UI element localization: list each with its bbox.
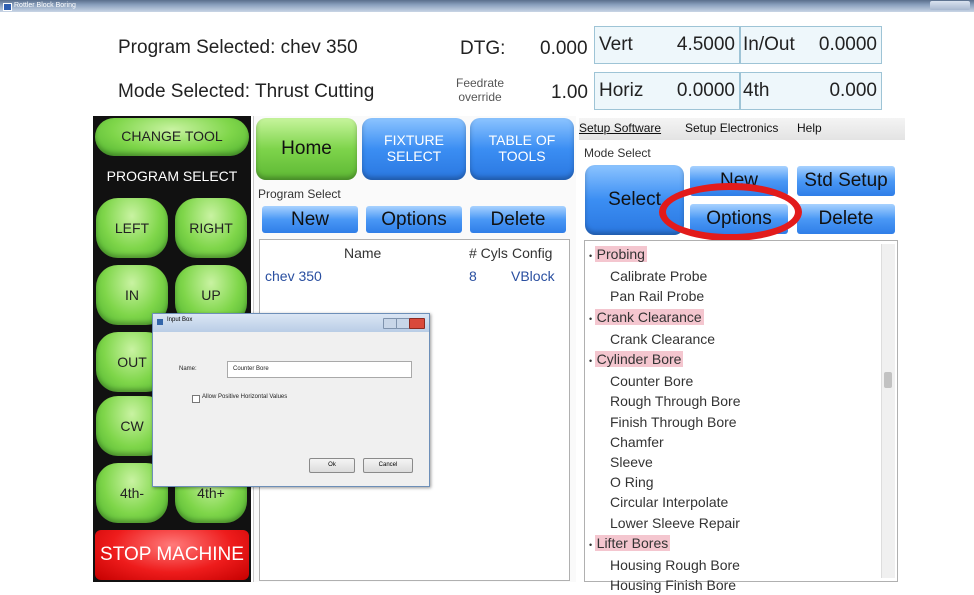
dtg-label: DTG: [460, 38, 506, 59]
scrollbar-thumb[interactable] [884, 372, 892, 388]
tree-category-label: Cylinder Bore [594, 351, 684, 368]
cancel-button[interactable]: Cancel [363, 458, 413, 473]
table-row-name[interactable]: chev 350 [265, 268, 322, 284]
tree-category[interactable]: • Lifter Bores [589, 533, 879, 555]
table-row-cyls[interactable]: 8 [469, 268, 477, 284]
std-setup-button[interactable]: Std Setup [797, 166, 895, 196]
tree-item[interactable]: Housing Finish Bore [589, 575, 879, 595]
name-input[interactable]: Counter Bore [227, 361, 412, 378]
allow-positive-checkbox[interactable] [192, 395, 200, 403]
feedrate-value: 1.00 [551, 82, 588, 103]
tree-item[interactable]: Finish Through Bore [589, 412, 879, 432]
name-label: Name: [179, 366, 197, 372]
expand-bullet-icon[interactable]: • [589, 314, 595, 324]
close-icon[interactable] [409, 318, 425, 329]
program-new-button[interactable]: New [262, 206, 358, 233]
dialog-title: Input Box [167, 317, 193, 323]
window-title-bar: Rottler Block Boring [0, 0, 974, 12]
mode-selected-text: Mode Selected: Thrust Cutting [118, 81, 375, 102]
app-icon [3, 3, 12, 11]
tree-category[interactable]: • Cylinder Bore [589, 349, 879, 371]
minimize-icon[interactable] [383, 318, 397, 329]
maximize-icon[interactable] [396, 318, 410, 329]
mode-select-label: Mode Select [584, 146, 651, 160]
menu-bar: Setup Software Setup Electronics Help [579, 118, 905, 140]
window-title: Rottler Block Boring [14, 2, 76, 9]
tree-category-label: Probing [594, 246, 647, 262]
fixture-select-button[interactable]: FIXTURE SELECT [362, 118, 466, 180]
menu-setup-electronics[interactable]: Setup Electronics [685, 121, 778, 135]
column-name-header[interactable]: Name [344, 245, 381, 261]
expand-bullet-icon[interactable]: • [589, 356, 595, 366]
tree-category[interactable]: • Crank Clearance [589, 307, 879, 329]
tree-item[interactable]: Chamfer [589, 432, 879, 452]
tree-item[interactable]: Pan Rail Probe [589, 286, 879, 306]
stop-machine-button[interactable]: STOP MACHINE [95, 530, 249, 580]
allow-positive-label: Allow Positive Horizontal Values [202, 394, 288, 400]
tree-category[interactable]: • Probing [589, 244, 879, 266]
highlight-circle [659, 183, 802, 241]
tree-item[interactable]: Rough Through Bore [589, 391, 879, 411]
right-button[interactable]: RIGHT [175, 198, 247, 258]
tree-item[interactable]: Crank Clearance [589, 329, 879, 349]
tree-category-label: Lifter Bores [594, 534, 671, 551]
program-select-label: Program Select [258, 187, 341, 201]
tree-item[interactable]: Circular Interpolate [589, 492, 879, 512]
tree-item[interactable]: O Ring [589, 472, 879, 492]
window-controls[interactable] [930, 1, 970, 10]
mode-tree-list: • Probing Calibrate Probe Pan Rail Probe • … [589, 244, 879, 595]
feedrate-override-label: Feedrate override [455, 76, 505, 104]
fourth-readout: 4th 0.000 [740, 72, 882, 110]
expand-bullet-icon[interactable]: • [589, 251, 595, 261]
tree-item[interactable]: Calibrate Probe [589, 266, 879, 286]
ok-button[interactable]: Ok [309, 458, 355, 473]
mode-delete-button[interactable]: Delete [797, 204, 895, 234]
program-options-button[interactable]: Options [366, 206, 462, 233]
tree-item[interactable]: Counter Bore [589, 371, 879, 391]
tree-item[interactable]: Housing Rough Bore [589, 555, 879, 575]
input-box-dialog: Input Box Name: Counter Bore Allow Posit… [152, 313, 430, 487]
tree-item[interactable]: Lower Sleeve Repair [589, 513, 879, 533]
dialog-icon [157, 319, 163, 325]
tree-item[interactable]: Sleeve [589, 452, 879, 472]
table-of-tools-button[interactable]: TABLE OF TOOLS [470, 118, 574, 180]
change-tool-button[interactable]: CHANGE TOOL [95, 118, 249, 156]
program-selected-text: Program Selected: chev 350 [118, 37, 358, 58]
tree-scrollbar[interactable] [881, 244, 895, 578]
dtg-value: 0.000 [540, 38, 588, 59]
vert-readout: Vert 4.5000 [594, 26, 740, 64]
menu-setup-software[interactable]: Setup Software [579, 121, 661, 135]
column-cyls-header[interactable]: # Cyls [469, 245, 508, 261]
inout-readout: In/Out 0.0000 [740, 26, 882, 64]
column-config-header[interactable]: Config [512, 245, 552, 261]
program-delete-button[interactable]: Delete [470, 206, 566, 233]
horiz-readout: Horiz 0.0000 [594, 72, 740, 110]
left-button[interactable]: LEFT [96, 198, 168, 258]
tree-category-label: Crank Clearance [594, 308, 704, 325]
program-select-heading: PROGRAM SELECT [106, 168, 238, 184]
dialog-title-bar: Input Box [153, 314, 429, 332]
expand-bullet-icon[interactable]: • [589, 540, 595, 550]
table-row-config[interactable]: VBlock [511, 268, 555, 284]
home-button[interactable]: Home [256, 118, 357, 180]
menu-help[interactable]: Help [797, 121, 822, 135]
